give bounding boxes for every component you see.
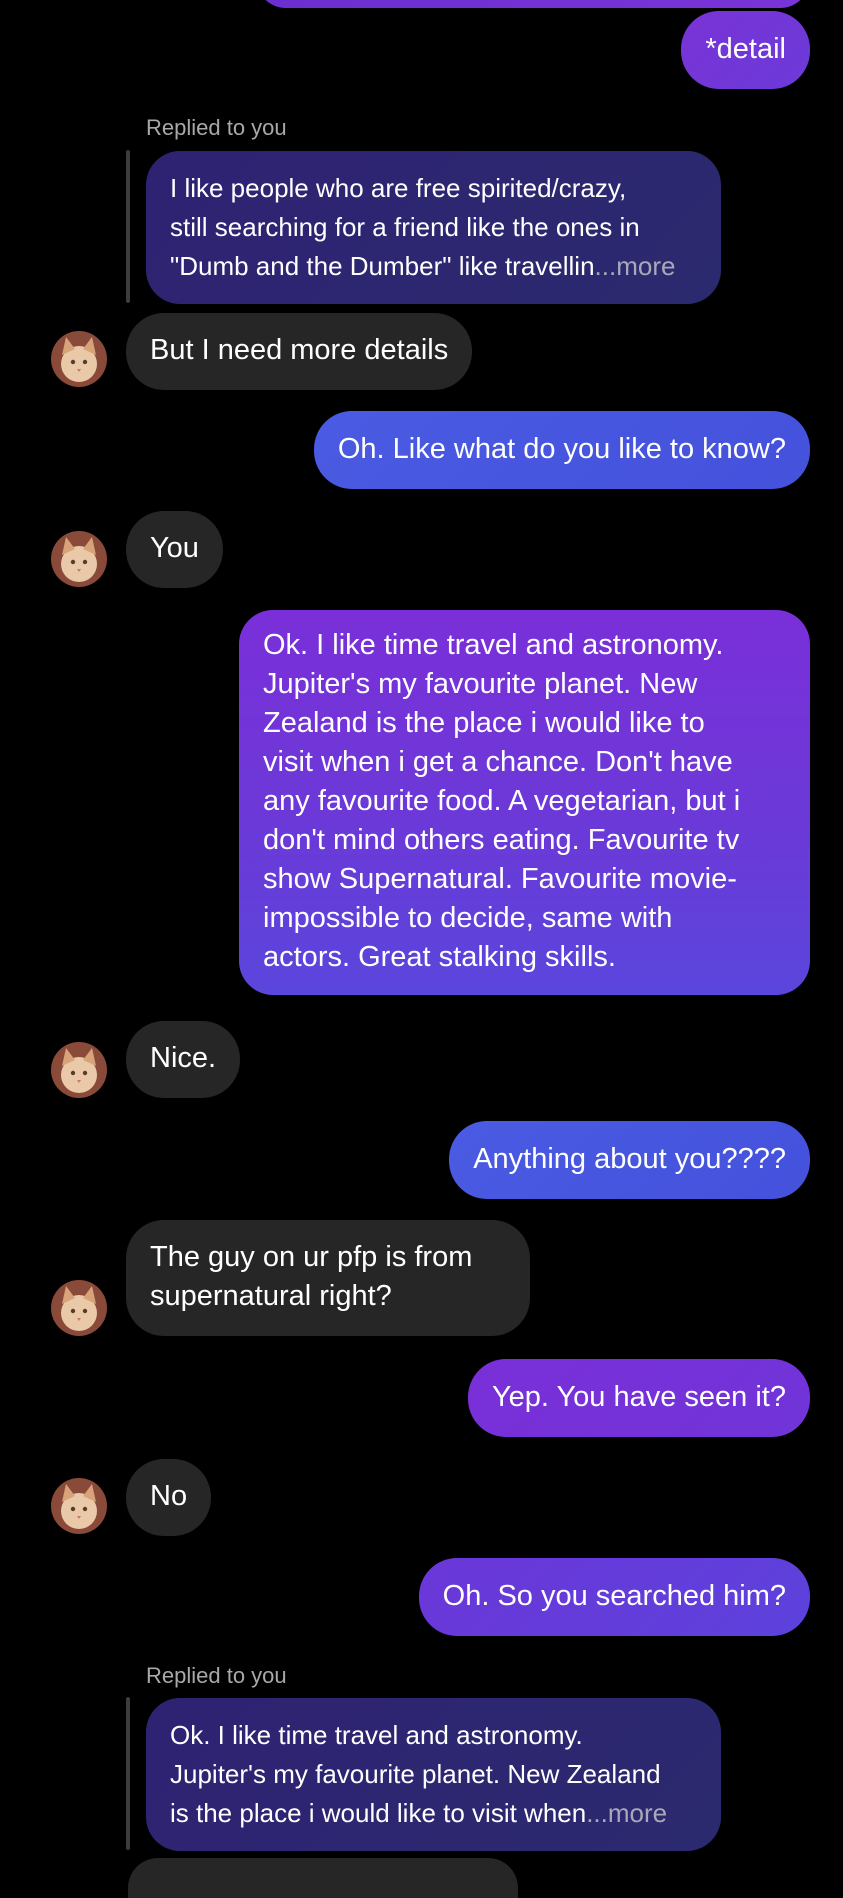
sent-message[interactable]: *detail — [681, 11, 810, 89]
sent-message[interactable]: Oh. So you searched him? — [418, 1558, 810, 1636]
received-message[interactable]: But I need more details — [126, 313, 473, 390]
quoted-message[interactable]: I like people who are free spirited/craz… — [146, 151, 721, 304]
sender-avatar[interactable] — [51, 531, 107, 587]
quoted-message-text: I like people who are free spirited/craz… — [170, 173, 640, 281]
sender-avatar[interactable] — [51, 331, 107, 387]
sent-message[interactable]: Oh. Like what do you like to know? — [313, 411, 810, 489]
received-message[interactable]: No — [126, 1459, 212, 1536]
received-message[interactable]: The guy on ur pfp is from supernatural r… — [126, 1220, 530, 1336]
received-message[interactable]: Nice. — [126, 1021, 241, 1098]
cat-avatar-icon — [51, 531, 107, 587]
message-bubble-partial[interactable] — [256, 0, 810, 8]
cat-avatar-icon — [51, 1280, 107, 1336]
reply-indicator-line — [126, 1697, 130, 1850]
sent-message[interactable]: Ok. I like time travel and astronomy. Ju… — [239, 610, 810, 995]
reply-label: Replied to you — [146, 1663, 287, 1688]
sent-message[interactable]: Anything about you???? — [449, 1121, 810, 1199]
cat-avatar-icon — [51, 1042, 107, 1098]
quoted-message[interactable]: Ok. I like time travel and astronomy. Ju… — [146, 1698, 721, 1851]
see-more-link[interactable]: ...more — [595, 251, 676, 281]
see-more-link[interactable]: ...more — [586, 1798, 667, 1828]
reply-indicator-line — [126, 150, 130, 303]
received-message[interactable]: You — [126, 511, 223, 588]
sender-avatar[interactable] — [51, 1042, 107, 1098]
received-message-partial[interactable] — [128, 1858, 518, 1898]
cat-avatar-icon — [51, 331, 107, 387]
sender-avatar[interactable] — [51, 1280, 107, 1336]
sent-message[interactable]: Yep. You have seen it? — [467, 1359, 810, 1437]
cat-avatar-icon — [51, 1478, 107, 1534]
reply-label: Replied to you — [146, 115, 287, 140]
sender-avatar[interactable] — [51, 1478, 107, 1534]
message-thread: *detail Replied to you I like people who… — [0, 0, 843, 1898]
